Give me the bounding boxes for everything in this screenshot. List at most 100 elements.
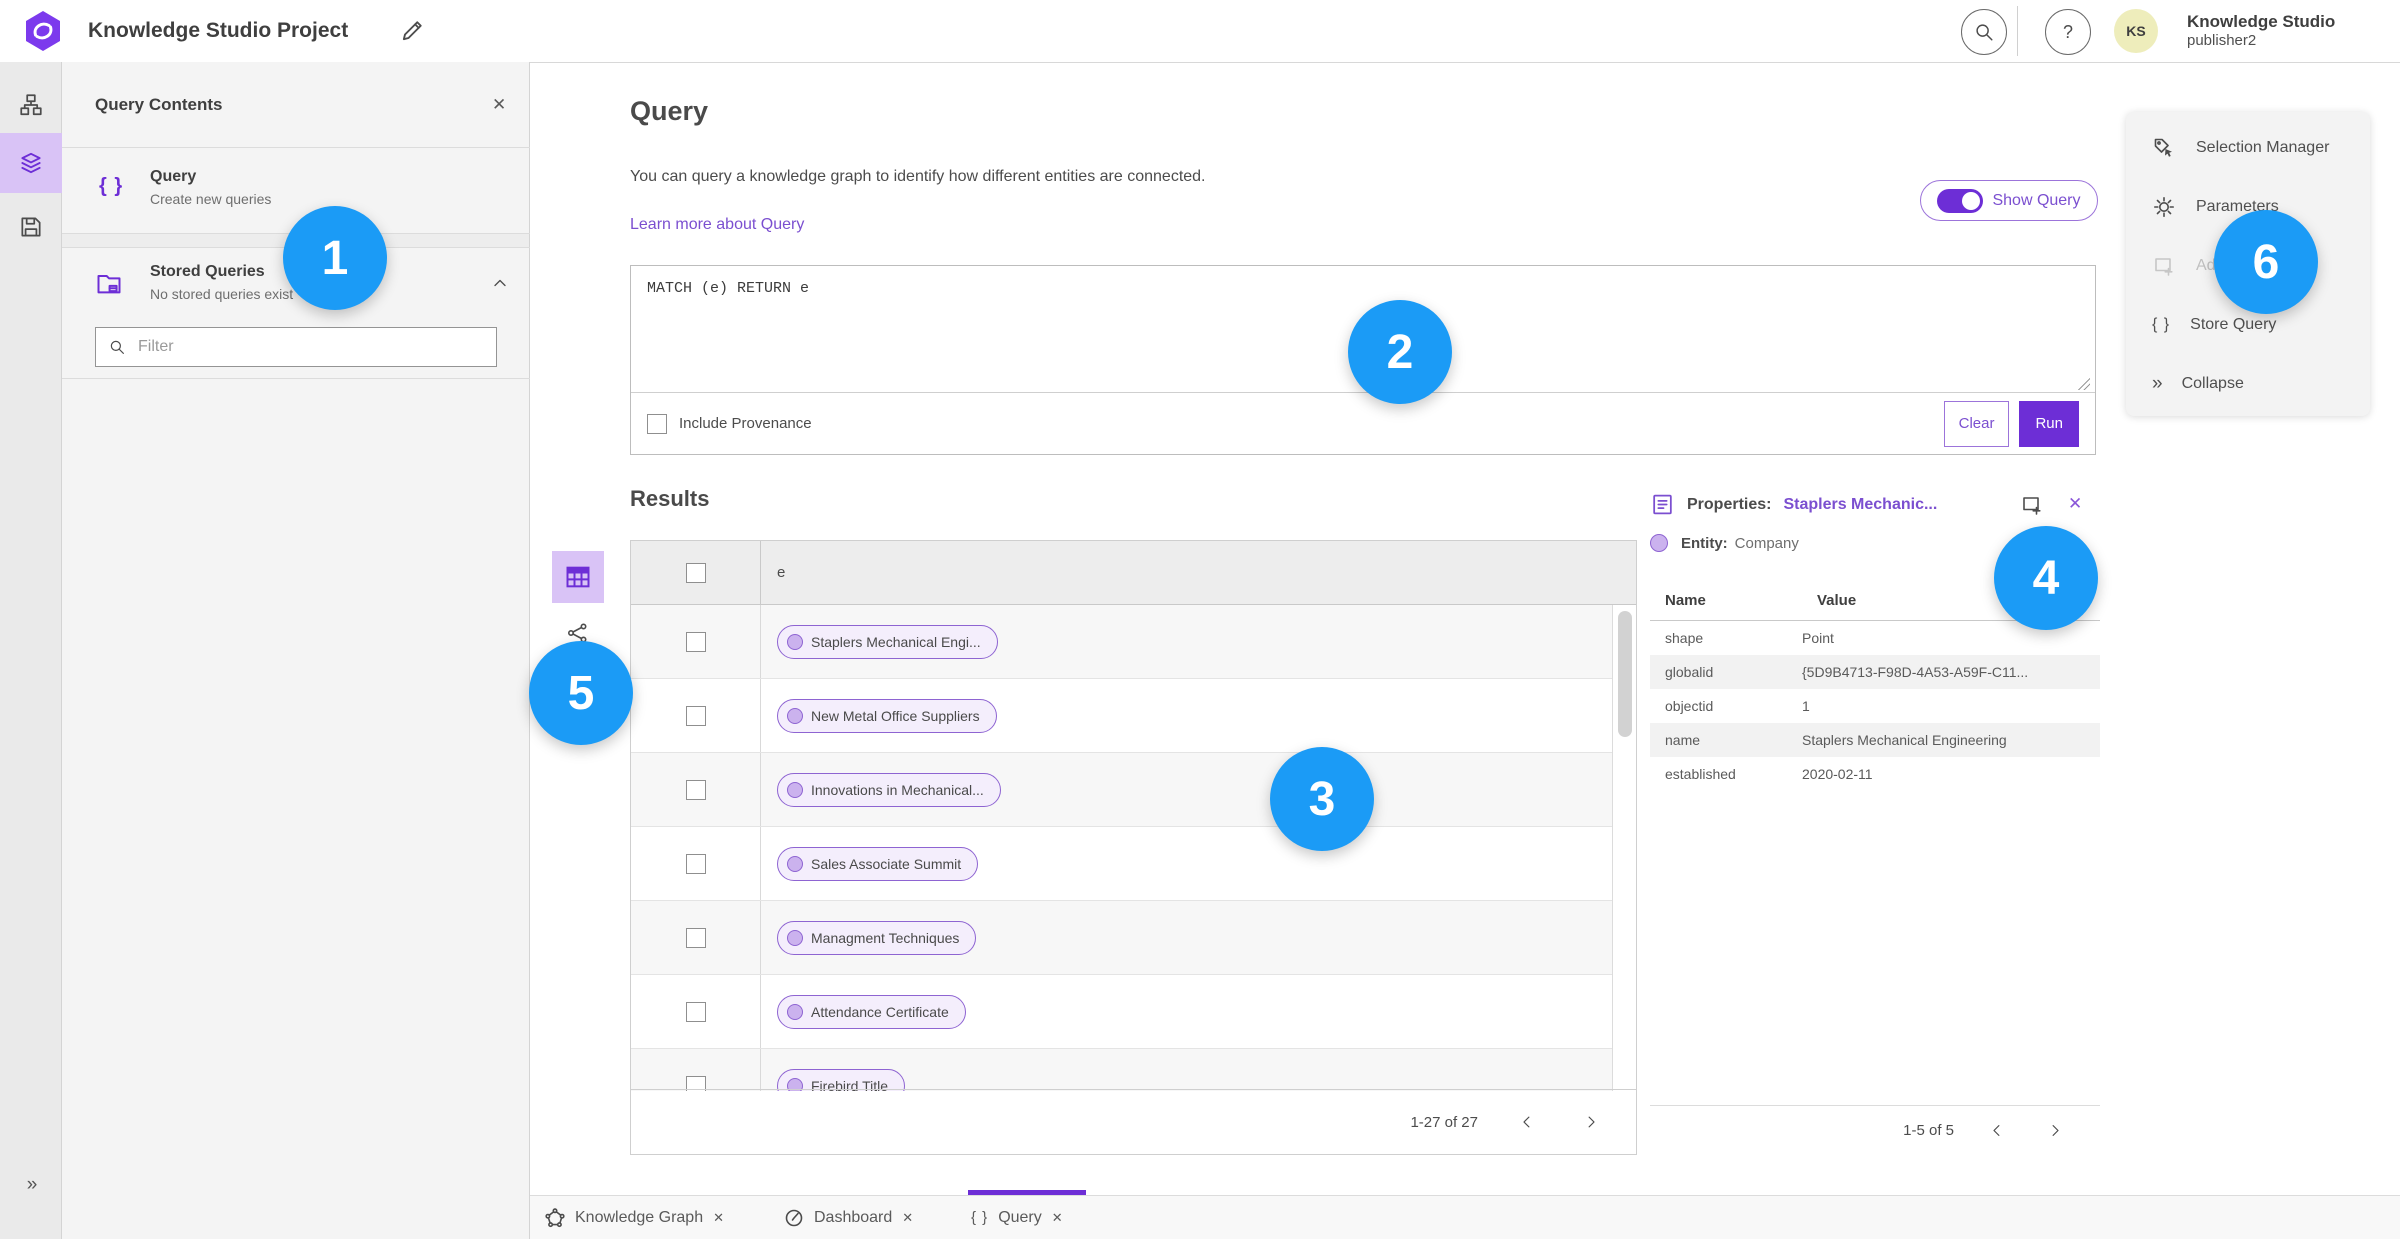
table-view-button[interactable] bbox=[552, 551, 604, 603]
results-prev-page-button[interactable] bbox=[1512, 1107, 1542, 1137]
rail-layers-button[interactable] bbox=[0, 133, 62, 193]
annotation-badge-5: 5 bbox=[529, 641, 633, 745]
properties-prev-page-button[interactable] bbox=[1982, 1116, 2012, 1146]
column-header-e: e bbox=[777, 564, 786, 581]
property-row[interactable]: globalid {5D9B4713-F98D-4A53-A59F-C11... bbox=[1650, 655, 2100, 689]
stored-queries-folder-icon bbox=[95, 269, 123, 297]
show-query-label: Show Query bbox=[1992, 191, 2081, 209]
braces-icon: { } bbox=[99, 175, 124, 197]
properties-next-page-button[interactable] bbox=[2040, 1116, 2070, 1146]
stored-queries-filter bbox=[95, 327, 497, 367]
close-tab-icon[interactable]: ✕ bbox=[1052, 1210, 1063, 1226]
include-provenance-checkbox[interactable] bbox=[647, 413, 667, 434]
user-avatar[interactable]: KS bbox=[2114, 9, 2158, 53]
learn-more-link[interactable]: Learn more about Query bbox=[630, 216, 804, 234]
entity-pill[interactable]: Innovations in Mechanical... bbox=[777, 772, 1001, 807]
entity-pill[interactable]: Staplers Mechanical Engi... bbox=[777, 624, 998, 659]
results-pagination: 1-27 of 27 bbox=[631, 1089, 1636, 1154]
user-identity[interactable]: Knowledge Studio publisher2 bbox=[2187, 12, 2335, 50]
selection-manager-icon bbox=[2152, 136, 2176, 160]
menu-item-collapse[interactable]: » Collapse bbox=[2126, 354, 2370, 413]
entity-dot-icon bbox=[787, 855, 803, 872]
query-description: You can query a knowledge graph to ident… bbox=[630, 168, 1206, 185]
chevron-up-icon[interactable] bbox=[490, 273, 510, 293]
help-button[interactable]: ? bbox=[2045, 9, 2091, 55]
annotation-badge-6: 6 bbox=[2214, 210, 2318, 314]
double-chevron-icon: » bbox=[26, 1174, 37, 1195]
entity-pill[interactable]: Managment Techniques bbox=[777, 920, 977, 955]
app-logo-icon[interactable] bbox=[20, 8, 66, 54]
textarea-resize-handle[interactable] bbox=[2078, 378, 2090, 390]
table-row[interactable]: Innovations in Mechanical... bbox=[631, 753, 1612, 827]
close-tab-icon[interactable]: ✕ bbox=[902, 1210, 913, 1226]
row-checkbox[interactable] bbox=[685, 705, 706, 726]
edit-title-pencil-icon[interactable] bbox=[398, 17, 426, 45]
row-checkbox[interactable] bbox=[685, 779, 706, 800]
table-row[interactable]: New Metal Office Suppliers bbox=[631, 679, 1612, 753]
menu-item-selection-manager[interactable]: Selection Manager bbox=[2126, 118, 2370, 177]
props-value-header: Value bbox=[1817, 592, 1857, 609]
query-item[interactable]: { } Query Create new queries bbox=[62, 147, 529, 233]
annotation-badge-2: 2 bbox=[1348, 300, 1452, 404]
user-name: Knowledge Studio bbox=[2187, 12, 2336, 31]
annotation-badge-4: 4 bbox=[1994, 526, 2098, 630]
rail-expand-button[interactable]: » bbox=[0, 1155, 62, 1215]
annotation-badge-1: 1 bbox=[283, 206, 387, 310]
annotation-badge-3: 3 bbox=[1270, 747, 1374, 851]
filter-input[interactable] bbox=[136, 337, 484, 357]
property-row[interactable]: name Staplers Mechanical Engineering bbox=[1650, 723, 2100, 757]
table-row[interactable]: Firebird Title bbox=[631, 1049, 1612, 1091]
results-scrollbar-thumb[interactable] bbox=[1618, 611, 1632, 737]
table-row[interactable]: Attendance Certificate bbox=[631, 975, 1612, 1049]
props-name-header: Name bbox=[1665, 592, 1706, 609]
panel-close-icon[interactable]: ✕ bbox=[492, 95, 506, 115]
entity-pill[interactable]: Attendance Certificate bbox=[777, 994, 966, 1029]
gear-icon bbox=[2152, 195, 2176, 219]
dashboard-gauge-icon bbox=[784, 1208, 804, 1228]
left-icon-rail: » bbox=[0, 62, 62, 1239]
bottom-tab-bar: Knowledge Graph ✕ Dashboard ✕ { } Query … bbox=[530, 1190, 2400, 1239]
show-query-toggle[interactable]: Show Query bbox=[1920, 180, 2098, 221]
properties-title: Properties: bbox=[1687, 495, 1772, 513]
results-table-header: e bbox=[631, 541, 1636, 605]
run-button[interactable]: Run bbox=[2019, 400, 2079, 447]
topbar-divider bbox=[2017, 6, 2018, 56]
top-bar: Knowledge Studio Project ? KS Knowledge … bbox=[0, 0, 2400, 63]
search-button[interactable] bbox=[1961, 9, 2007, 55]
table-row[interactable]: Sales Associate Summit bbox=[631, 827, 1612, 901]
table-row[interactable]: Managment Techniques bbox=[631, 901, 1612, 975]
property-row[interactable]: established 2020-02-11 bbox=[1650, 757, 2100, 791]
results-next-page-button[interactable] bbox=[1576, 1107, 1606, 1137]
add-window-icon[interactable] bbox=[2020, 493, 2044, 517]
user-role: publisher2 bbox=[2187, 32, 2257, 49]
table-row[interactable]: Staplers Mechanical Engi... bbox=[631, 605, 1612, 679]
properties-close-icon[interactable]: ✕ bbox=[2068, 494, 2082, 514]
row-checkbox[interactable] bbox=[685, 1001, 706, 1022]
row-checkbox[interactable] bbox=[685, 631, 706, 652]
toggle-switch bbox=[1937, 188, 1984, 213]
tab-knowledge-graph[interactable]: Knowledge Graph ✕ bbox=[545, 1196, 724, 1239]
search-icon bbox=[1973, 21, 1995, 43]
entity-type-dot-icon bbox=[1650, 534, 1668, 552]
entity-pill[interactable]: Sales Associate Summit bbox=[777, 846, 979, 881]
rail-save-button[interactable] bbox=[0, 197, 62, 257]
row-checkbox[interactable] bbox=[685, 853, 706, 874]
rail-data-model-button[interactable] bbox=[0, 75, 62, 135]
property-row[interactable]: objectid 1 bbox=[1650, 689, 2100, 723]
close-tab-icon[interactable]: ✕ bbox=[713, 1210, 724, 1226]
properties-page-range: 1-5 of 5 bbox=[1903, 1122, 1954, 1139]
select-all-checkbox[interactable] bbox=[685, 562, 706, 583]
stored-queries-label: Stored Queries bbox=[150, 263, 265, 280]
active-tab-indicator bbox=[968, 1190, 1086, 1195]
query-item-sublabel: Create new queries bbox=[150, 191, 272, 207]
clear-button[interactable]: Clear bbox=[1943, 400, 2010, 447]
results-table: e Staplers Mechanical Engi... New Metal … bbox=[630, 540, 1637, 1155]
entity-pill[interactable]: Firebird Title bbox=[777, 1068, 906, 1091]
entity-pill[interactable]: New Metal Office Suppliers bbox=[777, 698, 997, 733]
properties-pagination: 1-5 of 5 bbox=[1650, 1105, 2100, 1155]
tab-dashboard[interactable]: Dashboard ✕ bbox=[784, 1196, 913, 1239]
row-checkbox[interactable] bbox=[685, 927, 706, 948]
properties-entity-link[interactable]: Staplers Mechanic... bbox=[1783, 496, 1937, 514]
knowledge-studio-app: Knowledge Studio Project ? KS Knowledge … bbox=[0, 0, 2400, 1239]
tab-query[interactable]: { } Query ✕ bbox=[971, 1196, 1063, 1239]
